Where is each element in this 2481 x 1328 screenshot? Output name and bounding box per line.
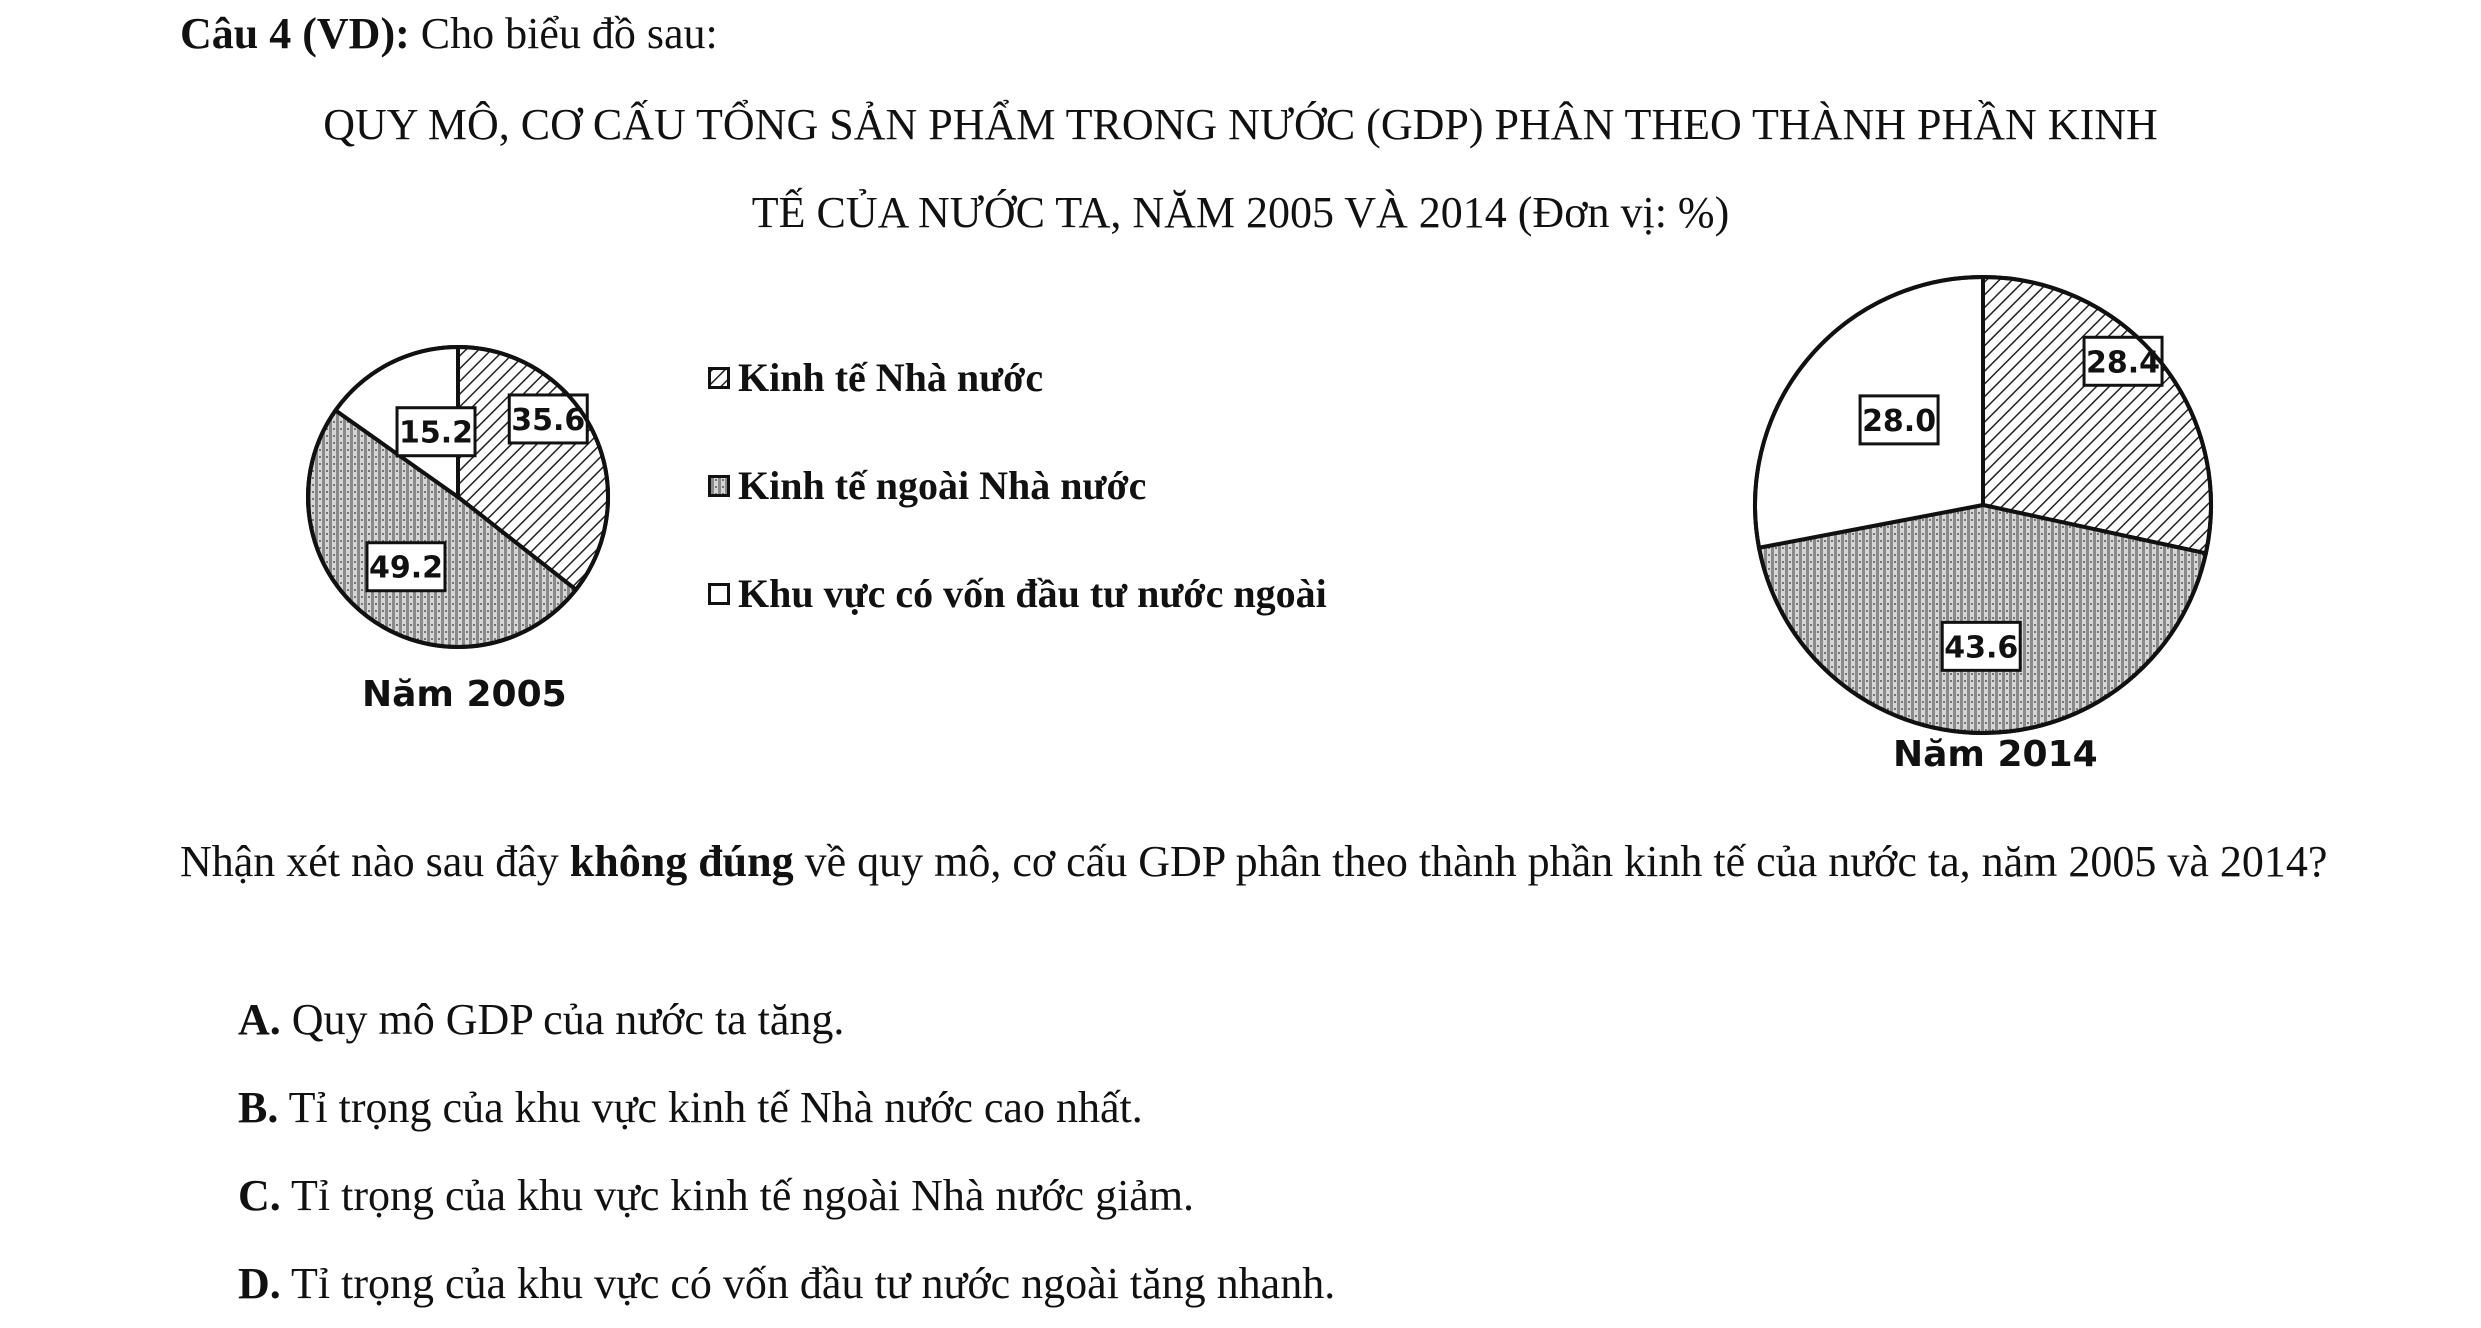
option-b-text: Tỉ trọng của khu vực kinh tế Nhà nước ca…: [278, 1083, 1143, 1132]
option-c-letter: C.: [238, 1171, 281, 1220]
legend-label-foreign: Khu vực có vốn đầu tư nước ngoài: [738, 571, 1327, 616]
option-b-letter: B.: [238, 1083, 279, 1132]
legend-item-non-state: Kinh tế ngoài Nhà nước: [708, 462, 1146, 509]
legend-swatch-diagonal: [708, 366, 730, 389]
option-a-letter: A.: [238, 995, 281, 1044]
option-a[interactable]: A. Quy mô GDP của nước ta tăng.: [238, 994, 844, 1045]
data-label: 43.6: [1944, 630, 2018, 665]
option-c-text: Tỉ trọng của khu vực kinh tế ngoài Nhà n…: [280, 1171, 1195, 1220]
data-label: 35.6: [511, 403, 585, 438]
legend-label-non-state: Kinh tế ngoài Nhà nước: [738, 463, 1147, 508]
pie-slice-2: [1756, 502, 2209, 735]
legend-item-foreign: Khu vực có vốn đầu tư nước ngoài: [708, 570, 1327, 617]
data-label: 28.0: [1862, 404, 1936, 439]
question-stem: Nhận xét nào sau đây không đúng về quy m…: [180, 818, 2330, 906]
pie-2014: 28.443.628.0: [1753, 274, 2214, 735]
option-d[interactable]: D. Tỉ trọng của khu vực có vốn đầu tư nư…: [238, 1258, 1335, 1309]
stem-text-bold: không đúng: [569, 837, 794, 886]
option-a-text: Quy mô GDP của nước ta tăng.: [280, 995, 845, 1044]
legend-item-state: Kinh tế Nhà nước: [708, 354, 1043, 401]
legend-label-state: Kinh tế Nhà nước: [738, 355, 1044, 400]
pie-caption-2005: Năm 2005: [362, 674, 567, 715]
option-c[interactable]: C. Tỉ trọng của khu vực kinh tế ngoài Nh…: [238, 1170, 1194, 1221]
pie-caption-2014: Năm 2014: [1893, 734, 2098, 775]
option-b[interactable]: B. Tỉ trọng của khu vực kinh tế Nhà nước…: [238, 1082, 1143, 1133]
data-label: 15.2: [399, 416, 473, 451]
option-d-letter: D.: [238, 1259, 281, 1308]
pie-2005: 35.6 49.2 15.2: [306, 344, 610, 649]
stem-text-pre: Nhận xét nào sau đây: [180, 837, 570, 886]
data-label: 49.2: [369, 551, 443, 586]
option-d-text: Tỉ trọng của khu vực có vốn đầu tư nước …: [280, 1259, 1336, 1308]
legend-swatch-dots: [708, 474, 730, 497]
stem-text-post: về quy mô, cơ cấu GDP phân theo thành ph…: [793, 837, 2328, 886]
legend-swatch-blank: [708, 582, 730, 605]
